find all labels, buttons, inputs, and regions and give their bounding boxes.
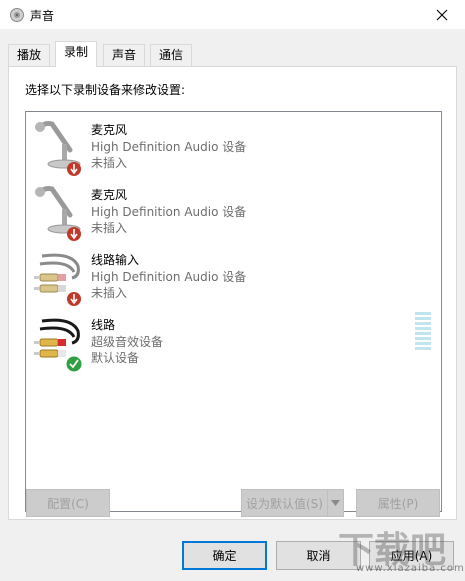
- list-item-microphone-1[interactable]: 麦克风 High Definition Audio 设备 未插入: [32, 118, 432, 178]
- chevron-down-icon: [331, 500, 340, 506]
- title-bar: 声音: [0, 0, 465, 30]
- ok-button[interactable]: 确定: [182, 541, 267, 570]
- device-status: 默认设备: [91, 351, 140, 365]
- device-description: High Definition Audio 设备: [91, 140, 247, 154]
- window-title: 声音: [30, 9, 55, 23]
- rca-cable-icon: [34, 253, 81, 306]
- instruction-text: 选择以下录制设备来修改设置:: [25, 83, 186, 97]
- rca-cable-icon: [34, 318, 82, 372]
- microphone-icon: [35, 186, 81, 241]
- device-name: 线路输入: [91, 253, 140, 267]
- watermark-url: www.xiazaiba.com: [356, 563, 465, 574]
- set-default-button[interactable]: 设为默认值(S): [241, 489, 328, 517]
- device-description: High Definition Audio 设备: [91, 205, 247, 219]
- close-button[interactable]: [419, 0, 465, 30]
- device-name: 线路: [91, 318, 116, 332]
- device-name: 麦克风: [91, 188, 128, 202]
- device-description: High Definition Audio 设备: [91, 270, 247, 284]
- recording-panel: 选择以下录制设备来修改设置: 麦克风 High Definition Audio…: [8, 66, 457, 520]
- list-item-line-default[interactable]: 线路 超级音效设备 默认设备: [32, 313, 432, 373]
- unplugged-badge-icon: [67, 162, 81, 176]
- unplugged-badge-icon: [67, 292, 81, 306]
- dialog-body: 播放 录制 声音 通信 选择以下录制设备来修改设置: 麦克风 High Defi…: [0, 30, 465, 581]
- configure-button[interactable]: 配置(C): [26, 489, 110, 517]
- tab-communications[interactable]: 通信: [150, 44, 193, 66]
- speaker-icon: [10, 8, 24, 22]
- properties-button[interactable]: 属性(P): [356, 489, 440, 517]
- tab-sounds[interactable]: 声音: [103, 44, 146, 66]
- default-check-icon: [66, 356, 82, 372]
- device-name: 麦克风: [91, 123, 128, 137]
- tab-recording[interactable]: 录制: [55, 41, 98, 67]
- device-description: 超级音效设备: [91, 335, 164, 349]
- list-item-line-in[interactable]: 线路输入 High Definition Audio 设备 未插入: [32, 248, 432, 308]
- microphone-icon: [35, 121, 81, 176]
- close-icon: [436, 9, 448, 21]
- list-item-microphone-2[interactable]: 麦克风 High Definition Audio 设备 未插入: [32, 183, 432, 243]
- level-meter: [415, 312, 431, 354]
- device-status: 未插入: [91, 286, 128, 300]
- set-default-dropdown[interactable]: [327, 489, 344, 517]
- tab-playback[interactable]: 播放: [8, 44, 51, 66]
- device-list[interactable]: 麦克风 High Definition Audio 设备 未插入 麦克风 Hig…: [25, 111, 442, 512]
- device-status: 未插入: [91, 156, 128, 170]
- device-status: 未插入: [91, 221, 128, 235]
- unplugged-badge-icon: [67, 227, 81, 241]
